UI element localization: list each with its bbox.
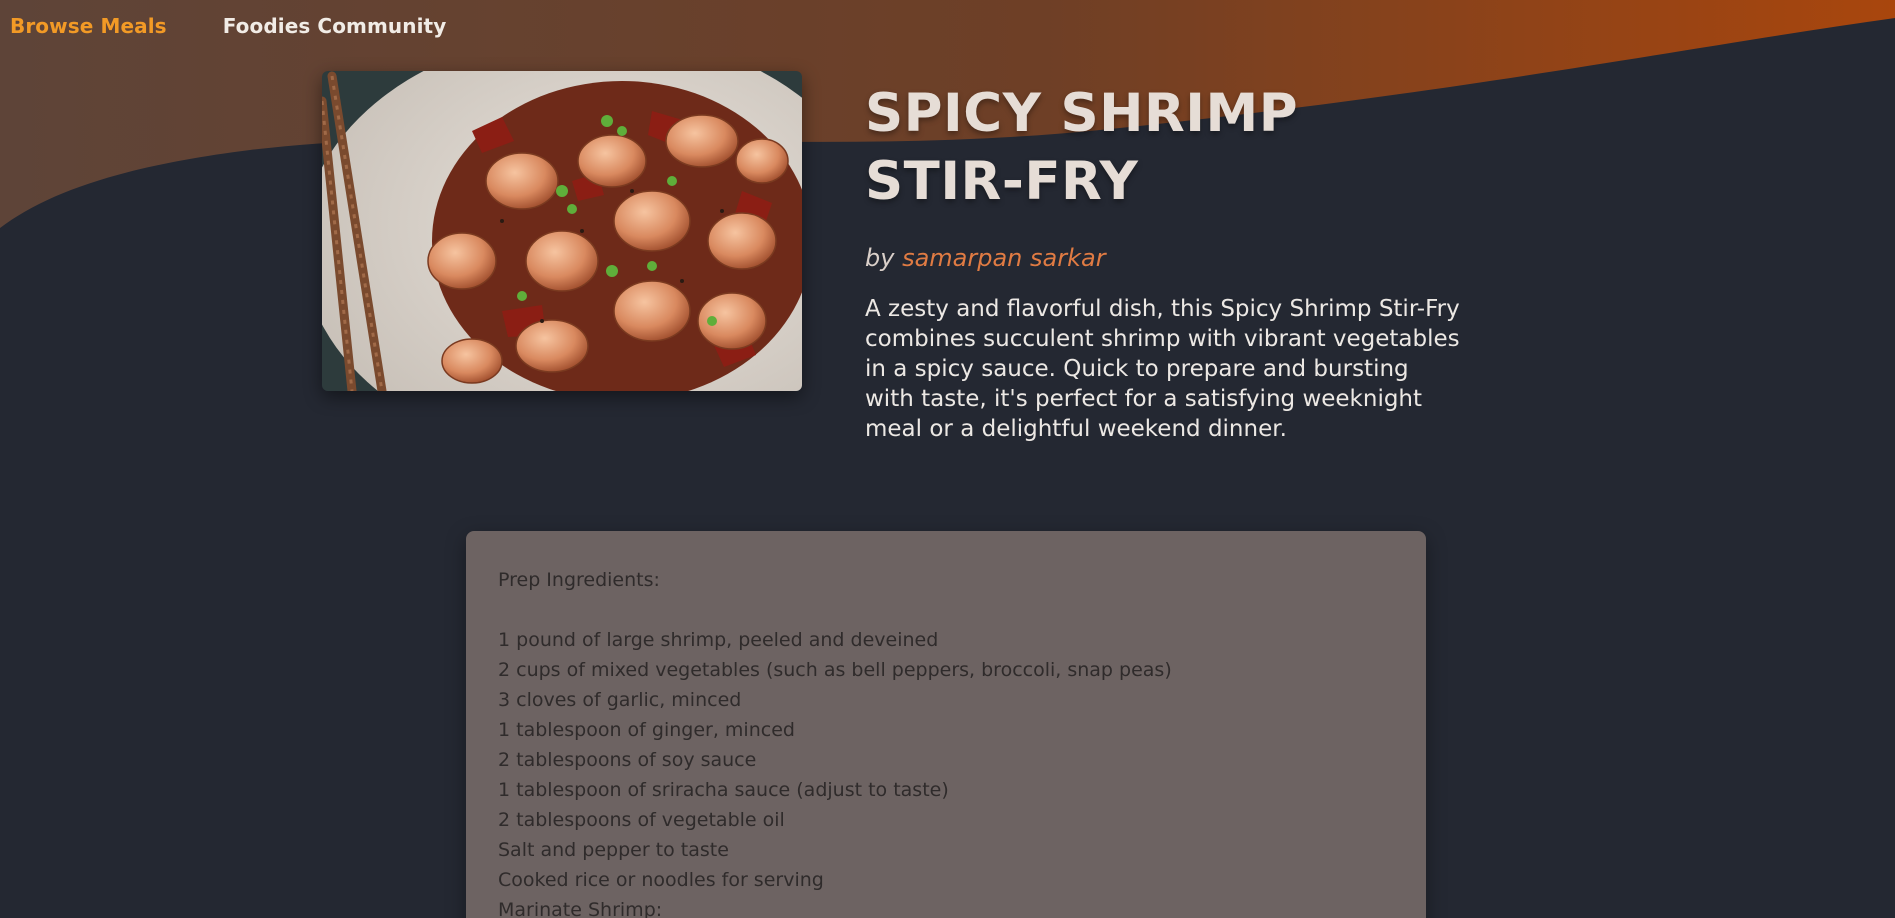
- recipe-info: SPICY SHRIMP STIR-FRY by samarpan sarkar…: [865, 80, 1465, 467]
- instruction-line: Salt and pepper to taste: [498, 839, 729, 861]
- instructions-card: Prep Ingredients: 1 pound of large shrim…: [466, 531, 1426, 918]
- instruction-line: 2 tablespoons of vegetable oil: [498, 809, 785, 831]
- instruction-line: Marinate Shrimp:: [498, 899, 663, 918]
- recipe-description: A zesty and flavorful dish, this Spicy S…: [865, 296, 1460, 442]
- instruction-line: Cooked rice or noodles for serving: [498, 869, 824, 891]
- shrimp-stir-fry-photo-icon: [322, 71, 802, 391]
- recipe-page: Browse Meals Foodies Community SPICY SHR…: [0, 0, 1895, 918]
- instruction-line: 1 tablespoon of sriracha sauce (adjust t…: [498, 779, 949, 801]
- instruction-line: 3 cloves of garlic, minced: [498, 689, 742, 711]
- top-nav: Browse Meals Foodies Community: [10, 14, 446, 38]
- nav-foodies-community[interactable]: Foodies Community: [223, 14, 447, 38]
- recipe-title: SPICY SHRIMP STIR-FRY: [865, 83, 1299, 212]
- recipe-image: [322, 71, 802, 391]
- instruction-line: 1 tablespoon of ginger, minced: [498, 719, 795, 741]
- author-link[interactable]: samarpan sarkar: [902, 244, 1106, 272]
- nav-browse-meals[interactable]: Browse Meals: [10, 14, 167, 38]
- instruction-line: 1 pound of large shrimp, peeled and deve…: [498, 629, 939, 651]
- instruction-line: 2 cups of mixed vegetables (such as bell…: [498, 659, 1172, 681]
- by-label: by: [865, 244, 895, 272]
- instruction-line: 2 tablespoons of soy sauce: [498, 749, 757, 771]
- recipe-byline: by samarpan sarkar: [865, 244, 1465, 272]
- instructions-heading: Prep Ingredients:: [498, 569, 660, 591]
